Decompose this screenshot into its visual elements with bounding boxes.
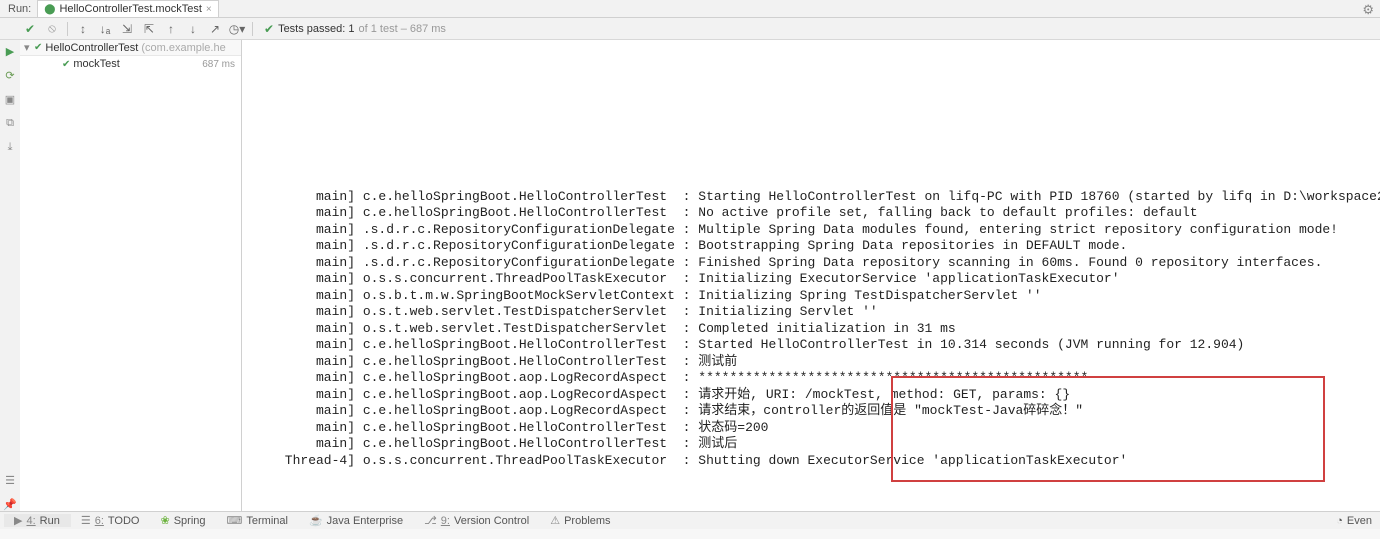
check-icon: ✔ — [264, 22, 274, 36]
terminal-icon: ⌨ — [227, 514, 243, 527]
sort-alpha-icon[interactable]: ↓ₐ — [95, 20, 115, 38]
tab-label: Even — [1347, 515, 1372, 527]
run-icon: ▶ — [14, 514, 22, 527]
check-icon: ✔ — [62, 59, 70, 70]
chevron-down-icon[interactable]: ▾ — [24, 41, 34, 54]
log-line: main] c.e.helloSpringBoot.aop.LogRecordA… — [277, 387, 1070, 402]
history-icon[interactable]: ◷▾ — [227, 20, 247, 38]
log-line: main] c.e.helloSpringBoot.HelloControlle… — [277, 420, 768, 435]
test-class-node[interactable]: ▾ ✔ HelloControllerTest (com.example.he — [20, 40, 241, 56]
run-config-tab[interactable]: ⬤ HelloControllerTest.mockTest × — [37, 0, 218, 17]
todo-icon: ☰ — [81, 514, 91, 527]
tab-title: HelloControllerTest.mockTest — [59, 3, 201, 15]
prev-icon[interactable]: ↑ — [161, 20, 181, 38]
test-toolbar: ✔ ⦸ ↕ ↓ₐ ⇲ ⇱ ↑ ↓ ↗ ◷▾ ✔ Tests passed: 1 … — [0, 18, 1380, 40]
tab-label: Problems — [564, 515, 610, 527]
test-class-path: (com.example.he — [141, 42, 225, 54]
log-line: main] c.e.helloSpringBoot.HelloControlle… — [277, 189, 1380, 204]
check-icon: ✔ — [34, 42, 42, 53]
tests-passed-detail: of 1 test – 687 ms — [359, 23, 446, 35]
left-gutter: ▶ ⟳ ▣ ⧉ ⤓ ☰ 📌 — [0, 40, 20, 511]
pin-icon[interactable]: ⤓ — [3, 140, 17, 154]
bottom-tool-bar: ▶ 4:Run ☰ 6:TODO ❀ Spring ⌨ Terminal ☕ J… — [0, 511, 1380, 529]
stop-icon[interactable]: ▣ — [3, 92, 17, 106]
tab-problems[interactable]: ⚠ Problems — [540, 514, 621, 527]
tab-event-log[interactable]: ◔ Even — [1336, 515, 1380, 527]
tests-passed-count: Tests passed: 1 — [278, 23, 354, 35]
log-line: main] c.e.helloSpringBoot.HelloControlle… — [277, 354, 737, 369]
vcs-icon: ⎇ — [424, 514, 437, 527]
tab-version-control[interactable]: ⎇ 9:Version Control — [414, 514, 540, 527]
tab-run[interactable]: ▶ 4:Run — [4, 514, 71, 527]
test-icon: ⬤ — [44, 4, 55, 15]
run-icon[interactable]: ▶ — [3, 44, 17, 58]
problems-icon: ⚠ — [550, 514, 560, 527]
log-line: main] c.e.helloSpringBoot.HelloControlle… — [277, 337, 1244, 352]
test-tree-panel: ▾ ✔ HelloControllerTest (com.example.he … — [20, 40, 242, 511]
log-line: main] o.s.s.concurrent.ThreadPoolTaskExe… — [277, 271, 1120, 286]
collapse-icon[interactable]: ⇱ — [139, 20, 159, 38]
tab-java-enterprise[interactable]: ☕ Java Enterprise — [299, 514, 414, 527]
expand-icon[interactable]: ⇲ — [117, 20, 137, 38]
tab-label: Version Control — [454, 515, 529, 527]
settings-icon[interactable]: ☰ — [3, 473, 17, 487]
log-line: main] o.s.b.t.m.w.SpringBootMockServletC… — [277, 288, 1042, 303]
gear-icon[interactable]: ⚙ — [1362, 2, 1374, 18]
tool-window-header: Run: ⬤ HelloControllerTest.mockTest × ⚙ — [0, 0, 1380, 18]
log-line: main] c.e.helloSpringBoot.aop.LogRecordA… — [277, 403, 1083, 418]
log-line: main] .s.d.r.c.RepositoryConfigurationDe… — [277, 255, 1322, 270]
log-line: main] o.s.t.web.servlet.TestDispatcherSe… — [277, 321, 956, 336]
tab-label: TODO — [108, 515, 140, 527]
log-line: Thread-4] o.s.s.concurrent.ThreadPoolTas… — [277, 453, 1127, 468]
tab-label: Java Enterprise — [327, 515, 403, 527]
log-line: main] .s.d.r.c.RepositoryConfigurationDe… — [277, 222, 1338, 237]
run-label: Run: — [2, 3, 37, 15]
log-line: main] o.s.t.web.servlet.TestDispatcherSe… — [277, 304, 878, 319]
main-area: ▶ ⟳ ▣ ⧉ ⤓ ☰ 📌 ▾ ✔ HelloControllerTest (c… — [0, 40, 1380, 511]
console-output[interactable]: main] c.e.helloSpringBoot.HelloControlle… — [242, 40, 1380, 511]
test-class-name: HelloControllerTest — [45, 42, 138, 54]
tests-passed-status: ✔ Tests passed: 1 of 1 test – 687 ms — [264, 22, 446, 36]
tab-terminal[interactable]: ⌨ Terminal — [217, 514, 299, 527]
test-method-name: mockTest — [73, 58, 119, 70]
log-line: main] c.e.helloSpringBoot.HelloControlle… — [277, 436, 737, 451]
java-icon: ☕ — [309, 514, 323, 527]
event-log-icon: ◔ — [1336, 515, 1343, 527]
tab-todo[interactable]: ☰ 6:TODO — [71, 514, 151, 527]
test-method-node[interactable]: ✔ mockTest 687 ms — [20, 56, 241, 72]
log-line: main] c.e.helloSpringBoot.HelloControlle… — [277, 205, 1198, 220]
layout-icon[interactable]: ⧉ — [3, 116, 17, 130]
sort-icon[interactable]: ↕ — [73, 20, 93, 38]
export-icon[interactable]: ↗ — [205, 20, 225, 38]
log-line: main] .s.d.r.c.RepositoryConfigurationDe… — [277, 238, 1127, 253]
tab-label: Run — [40, 515, 60, 527]
tab-label: Terminal — [246, 515, 288, 527]
spring-icon: ❀ — [160, 514, 169, 527]
tab-spring[interactable]: ❀ Spring — [150, 514, 216, 527]
separator — [252, 22, 253, 36]
log-line: main] c.e.helloSpringBoot.aop.LogRecordA… — [277, 370, 1088, 385]
passed-filter-icon[interactable]: ✔ — [20, 20, 40, 38]
pin-tab-icon[interactable]: 📌 — [3, 497, 17, 511]
next-icon[interactable]: ↓ — [183, 20, 203, 38]
tab-label: Spring — [174, 515, 206, 527]
rerun-failed-icon[interactable]: ⟳ — [3, 68, 17, 82]
status-bar — [0, 529, 1380, 539]
ignored-filter-icon[interactable]: ⦸ — [42, 20, 62, 38]
separator — [67, 22, 68, 36]
test-duration: 687 ms — [202, 59, 235, 70]
close-icon[interactable]: × — [206, 4, 212, 15]
